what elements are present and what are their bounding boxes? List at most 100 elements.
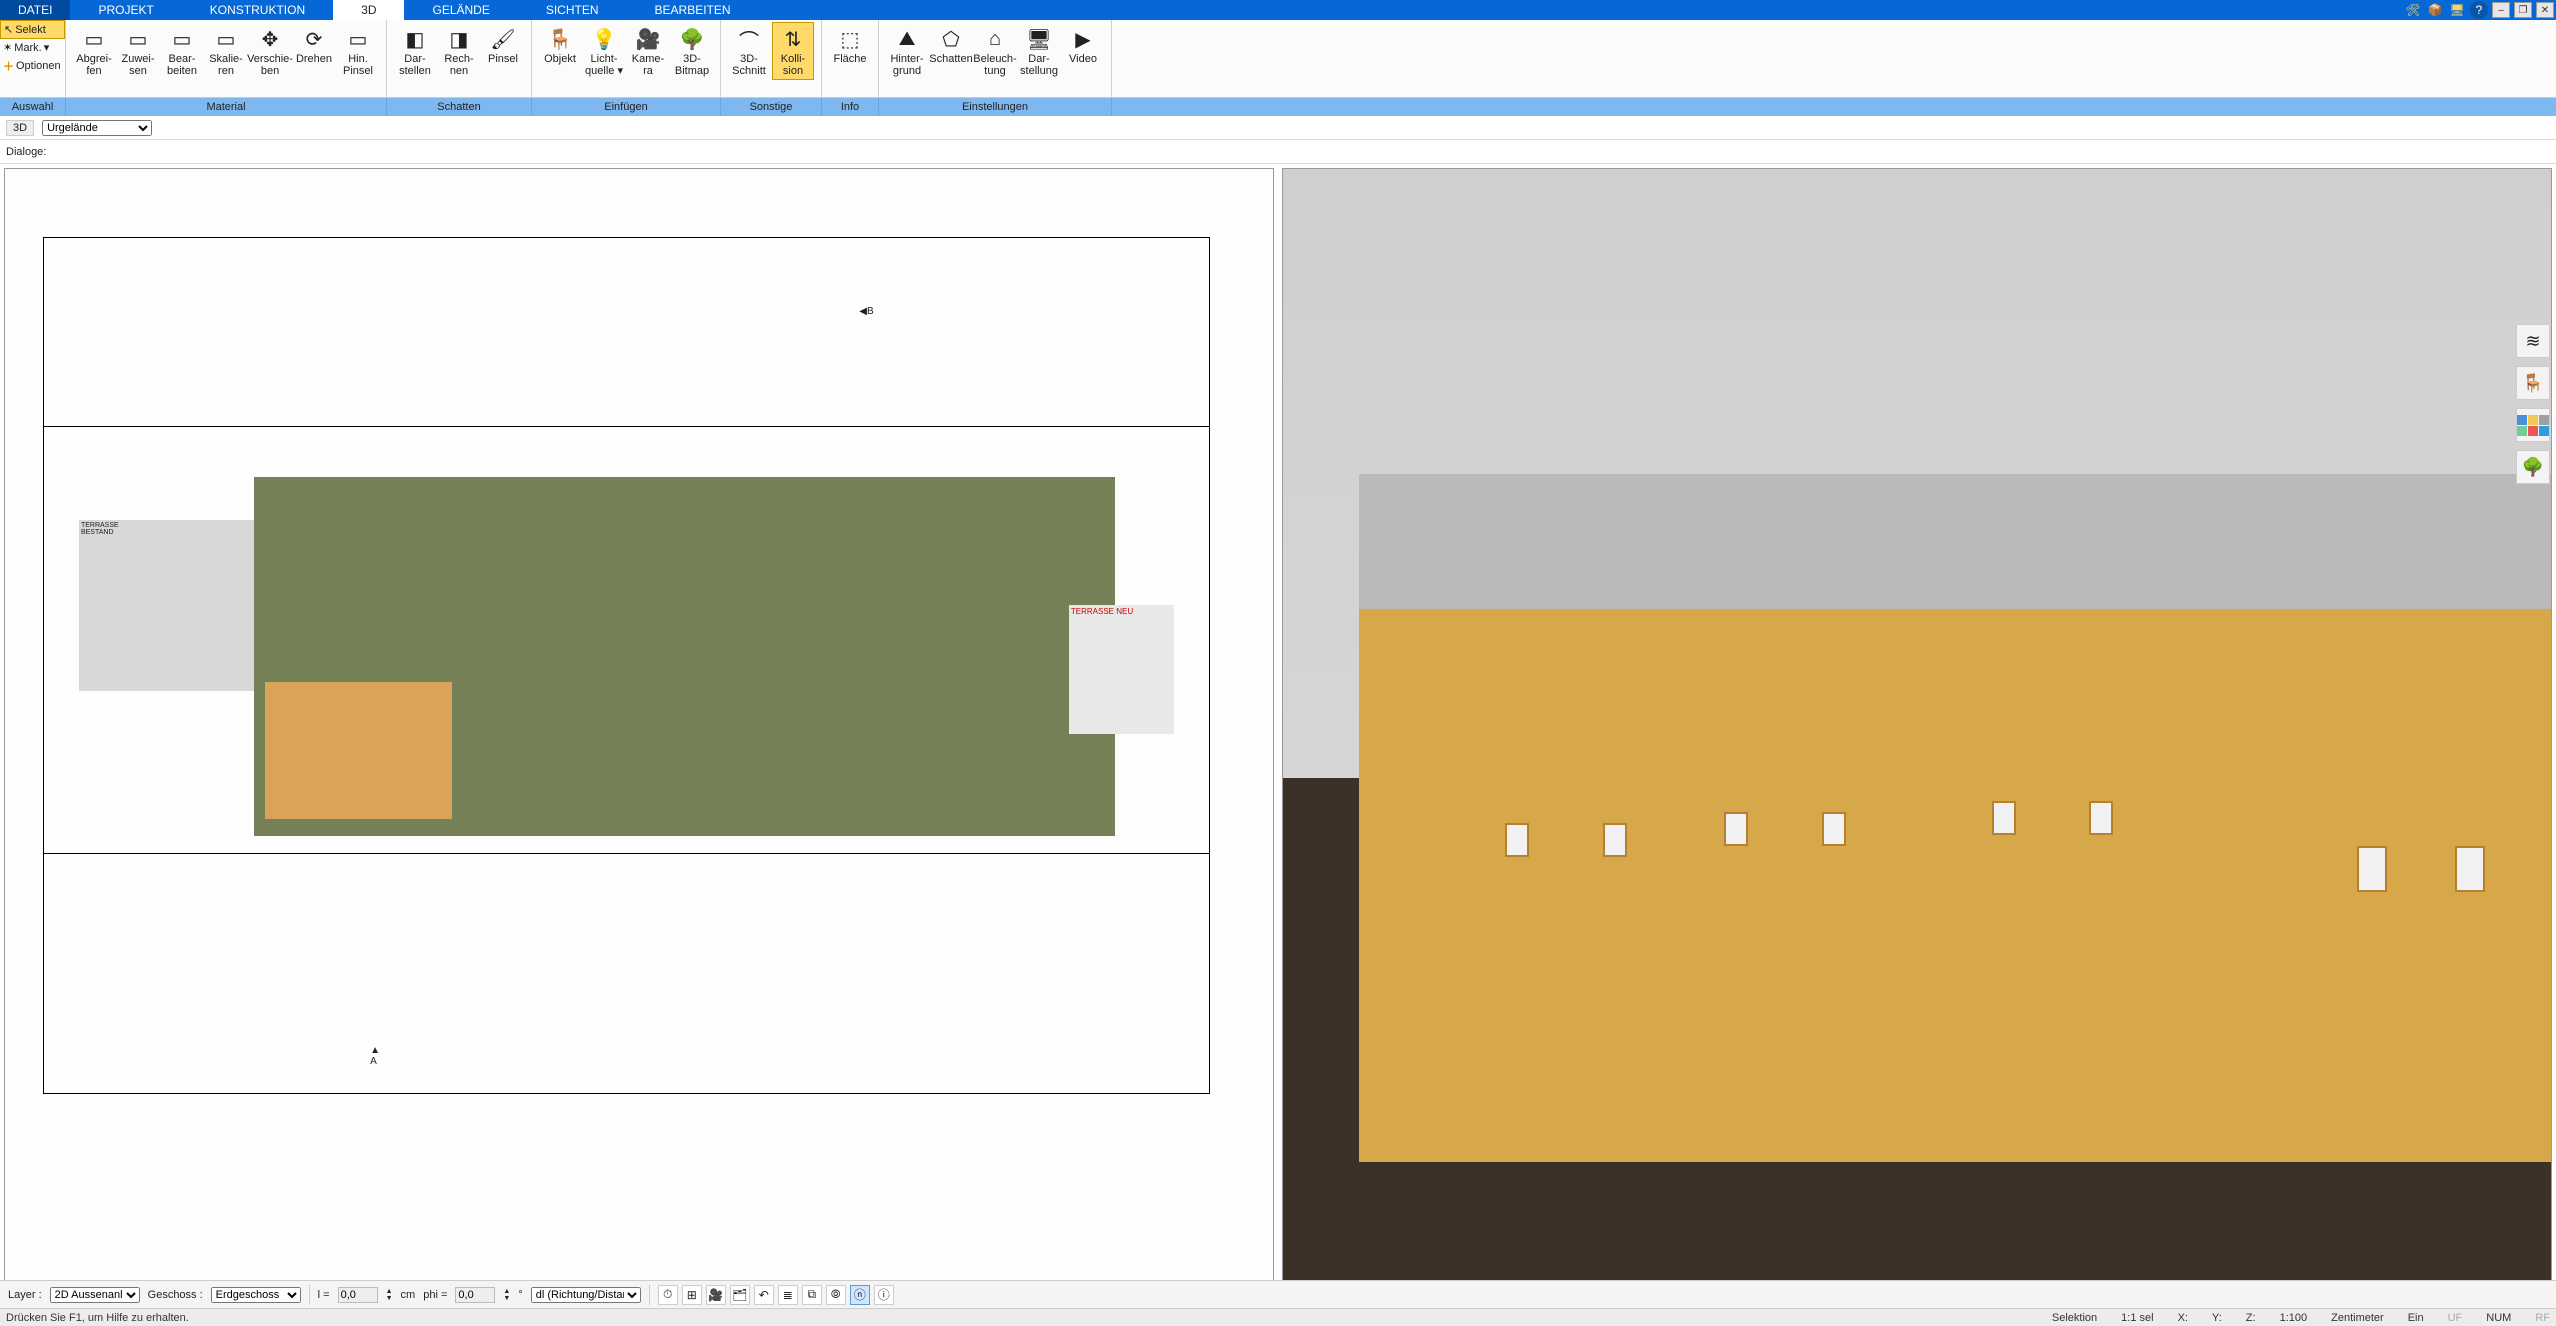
plus-icon: ＋ [3,58,14,74]
window-minimize[interactable]: – [2492,2,2510,18]
length-input[interactable] [338,1287,378,1303]
phi-input[interactable] [455,1287,495,1303]
window-restore[interactable]: ❐ [2514,2,2532,18]
palette-tool-icon[interactable] [2516,408,2550,442]
package-icon[interactable]: 📦 [2426,1,2444,19]
video-icon: ▶ [1069,25,1097,53]
menu-tab-3d[interactable]: 3D [333,0,404,20]
optionen-button[interactable]: ＋Optionen [0,56,65,76]
ribbon-3d-schnitt-button[interactable]: ⌒3D- Schnitt [728,22,770,80]
screen-icon[interactable]: 🖥 [2448,1,2466,19]
right-tool-strip: ≋ 🪑 🌳 [2516,324,2550,484]
floorplan-drawing: TERRASSE BESTAND TERRASSE NEU ▲A ◀B [43,237,1210,1094]
group-label-schatten: Schatten [387,98,532,116]
phi-stepper-down[interactable]: ▼ [503,1295,510,1302]
furniture-tool-icon[interactable]: 🪑 [2516,366,2550,400]
group-label-info: Info [822,98,879,116]
ribbon-objekt-button[interactable]: 🪑Objekt [539,22,581,68]
terrasse-bestand: TERRASSE BESTAND [79,520,254,691]
ribbon-kollision-button[interactable]: ⇅Kolli- sion [772,22,814,80]
ribbon-group-einstellungen: ⛰Hinter- grund⬠Schatten⌂Beleuch- tung🖥Da… [879,20,1112,97]
bottom-tool-7[interactable]: ⦾ [826,1285,846,1305]
ribbon-skalieren-button[interactable]: ▭Skalie- ren [205,22,247,80]
status-unit: Zentimeter [2331,1312,2384,1324]
ribbon-zuweisen-button[interactable]: ▭Zuwei- sen [117,22,159,80]
ribbon-darstellung-button[interactable]: 🖥Dar- stellung [1018,22,1060,80]
ribbon-hin-pinsel-button[interactable]: ▭Hin. Pinsel [337,22,379,80]
ribbon-drehen-button[interactable]: ⟳Drehen [293,22,335,68]
ribbon-kamera-button[interactable]: 🎥Kame- ra [627,22,669,80]
status-sel-ratio: 1:1 sel [2121,1312,2153,1324]
group-label-einfügen: Einfügen [532,98,721,116]
length-stepper-up[interactable]: ▲ [386,1288,393,1295]
ribbon-pinsel-button[interactable]: 🖌Pinsel [482,22,524,68]
3d-bitmap-label: 3D- Bitmap [675,53,709,77]
status-ein: Ein [2408,1312,2424,1324]
darstellung-label: Dar- stellung [1020,53,1058,77]
ribbon-lichtquelle-button[interactable]: 💡Licht- quelle ▾ [583,22,625,80]
ribbon-3d-bitmap-button[interactable]: 🌳3D- Bitmap [671,22,713,80]
objekt-label: Objekt [544,53,576,65]
dl-select[interactable]: dl (Richtung/Distanz) [531,1287,641,1303]
ribbon-group-info: ⬚Fläche [822,20,879,97]
phi-stepper-up[interactable]: ▲ [503,1288,510,1295]
window-close[interactable]: ✕ [2536,2,2554,18]
ribbon-beleuchtung-button[interactable]: ⌂Beleuch- tung [974,22,1016,80]
ribbon-hintergrund-button[interactable]: ⛰Hinter- grund [886,22,928,80]
menu-tab-projekt[interactable]: PROJEKT [70,0,181,20]
status-selektion: Selektion [2052,1312,2097,1324]
geschoss-select[interactable]: Erdgeschoss [211,1287,301,1303]
view-tag-3d: 3D [6,120,34,136]
dialoge-label: Dialoge: [6,146,46,158]
bottom-tool-4[interactable]: ↶ [754,1285,774,1305]
ribbon-schatten2-button[interactable]: ⬠Schatten [930,22,972,68]
ribbon-flaeche-button[interactable]: ⬚Fläche [829,22,871,68]
status-help: Drücken Sie F1, um Hilfe zu erhalten. [6,1312,189,1324]
tools-icon[interactable]: 🛠 [2404,1,2422,19]
ribbon: ↖Selekt ✶Mark.▾ ＋Optionen ▭Abgrei- fen▭Z… [0,20,2556,98]
rechnen-icon: ◨ [445,25,473,53]
layer-select[interactable]: 2D Aussenanlagen [50,1287,140,1303]
help-icon[interactable]: ? [2470,1,2488,19]
menu-tab-sichten[interactable]: SICHTEN [518,0,627,20]
bottom-tool-8[interactable]: ⓝ [850,1285,870,1305]
ribbon-verschieben-button[interactable]: ✥Verschie- ben [249,22,291,80]
layers-tool-icon[interactable]: ≋ [2516,324,2550,358]
bottom-tool-5[interactable]: ≣ [778,1285,798,1305]
3d-render-pane[interactable] [1282,168,2552,1298]
status-y: Y: [2212,1312,2222,1324]
bottom-tool-2[interactable]: 🎥 [706,1285,726,1305]
length-stepper-down[interactable]: ▼ [386,1295,393,1302]
ribbon-bearbeiten-button[interactable]: ▭Bear- beiten [161,22,203,80]
menu-tab-bearbeiten[interactable]: BEARBEITEN [627,0,759,20]
pinsel-icon: 🖌 [489,25,517,53]
bottom-tool-6[interactable]: ⧉ [802,1285,822,1305]
status-x: X: [2178,1312,2188,1324]
bottom-tool-3[interactable]: 🗂 [730,1285,750,1305]
chevron-down-icon: ▾ [44,41,50,54]
mark-button[interactable]: ✶Mark.▾ [0,39,65,56]
video-label: Video [1069,53,1097,65]
ribbon-video-button[interactable]: ▶Video [1062,22,1104,68]
bottom-tool-1[interactable]: ⊞ [682,1285,702,1305]
ribbon-darstellen-button[interactable]: ◧Dar- stellen [394,22,436,80]
selekt-button[interactable]: ↖Selekt [0,20,65,39]
selekt-label: Selekt [15,24,46,36]
bearbeiten-icon: ▭ [168,25,196,53]
menu-tab-konstruktion[interactable]: KONSTRUKTION [182,0,333,20]
menu-tab-datei[interactable]: DATEI [0,0,70,20]
floorplan-pane[interactable]: TERRASSE BESTAND TERRASSE NEU ▲A ◀B [4,168,1274,1298]
ribbon-abgreifen-button[interactable]: ▭Abgrei- fen [73,22,115,80]
kollision-label: Kolli- sion [781,53,805,77]
length-unit: cm [401,1289,416,1301]
bottom-tool-0[interactable]: ⏱ [658,1285,678,1305]
group-label-sonstige: Sonstige [721,98,822,116]
tree-tool-icon[interactable]: 🌳 [2516,450,2550,484]
bottom-tool-9[interactable]: ⓘ [874,1285,894,1305]
menu-tab-gelaende[interactable]: GELÄNDE [404,0,517,20]
terrain-select[interactable]: Urgelände [42,120,152,136]
ribbon-rechnen-button[interactable]: ◨Rech- nen [438,22,480,80]
hintergrund-label: Hinter- grund [890,53,923,77]
zuweisen-icon: ▭ [124,25,152,53]
abgreifen-icon: ▭ [80,25,108,53]
